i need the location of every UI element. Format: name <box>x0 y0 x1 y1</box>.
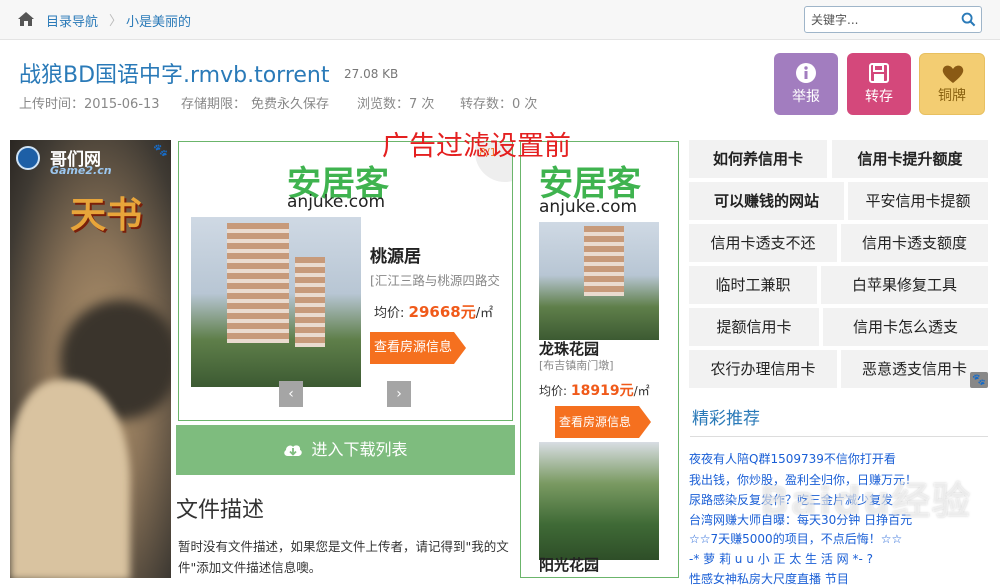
keyword-link[interactable]: 临时工兼职 <box>689 266 817 304</box>
keyword-link[interactable]: 农行办理信用卡 <box>689 350 837 388</box>
recommend-link[interactable]: ☆☆7天赚5000的项目，不点后悔！☆☆ <box>689 530 989 547</box>
breadcrumb-separator: 〉 <box>109 14 123 29</box>
annotation-text: 广告过滤设置前 <box>382 131 571 162</box>
property-name[interactable]: 桃源居 <box>370 242 421 267</box>
file-description-text: 暂时没有文件描述，如果您是文件上传者，请记得到"我的文件"添加文件描述信息噢。 <box>178 539 509 575</box>
keyword-link[interactable]: 如何养信用卡 <box>689 140 827 178</box>
property-name[interactable]: 阳光花园 <box>539 554 599 575</box>
divider <box>690 436 988 437</box>
property-address: [布吉镇南门墩] <box>539 359 614 372</box>
file-size: 27.08 KB <box>344 67 399 81</box>
property-photo[interactable] <box>539 442 659 560</box>
heart-icon <box>942 65 964 83</box>
carousel-prev-button[interactable]: ‹ <box>279 381 303 407</box>
game-site-logo <box>16 146 40 170</box>
file-description-heading: 文件描述 <box>176 498 265 523</box>
download-list-label: 进入下载列表 <box>311 440 408 459</box>
price-value: 18919元 <box>570 383 634 399</box>
bronze-medal-button[interactable]: 铜牌 <box>919 53 985 115</box>
storage-period-label: 存储期限： <box>181 97 247 112</box>
anjuke-url: anjuke.com <box>287 192 386 212</box>
view-count: 浏览数：7 次 <box>357 97 435 112</box>
game-site-domain: Game2.cn <box>50 164 112 177</box>
price-value: 29668元 <box>408 303 476 321</box>
keyword-link[interactable]: 信用卡透支不还 <box>689 224 837 262</box>
home-icon[interactable] <box>17 11 35 27</box>
floppy-disk-icon <box>869 63 889 83</box>
paw-icon: 🐾 <box>970 372 988 388</box>
price-unit: /㎡ <box>633 384 650 398</box>
recommend-heading: 精彩推荐 <box>692 409 760 429</box>
info-icon <box>796 63 816 83</box>
property-name[interactable]: 龙珠花园 <box>539 338 599 359</box>
keyword-link[interactable]: 信用卡透支额度 <box>841 224 988 262</box>
view-listing-button[interactable]: 查看房源信息 <box>555 406 651 438</box>
cloud-download-icon <box>284 445 303 456</box>
carousel-next-button[interactable]: › <box>387 381 411 407</box>
medal-label: 铜牌 <box>938 88 966 104</box>
anjuke-url: anjuke.com <box>539 197 638 217</box>
property-photo[interactable] <box>539 222 659 340</box>
search-input[interactable] <box>811 11 956 29</box>
keyword-link[interactable]: 恶意透支信用卡 <box>841 350 988 388</box>
keyword-link[interactable]: 信用卡怎么透支 <box>823 308 988 346</box>
breadcrumb-current-link[interactable]: 小是美丽的 <box>126 11 191 30</box>
recommend-link[interactable]: 性感女神私房大尺度直播 节目 <box>689 570 989 587</box>
price-unit: /㎡ <box>475 306 494 321</box>
breadcrumb-home-link[interactable]: 目录导航 <box>46 11 98 30</box>
keyword-link[interactable]: 可以赚钱的网站 <box>689 182 844 220</box>
real-estate-ad-carousel[interactable]: 8/1 安居客 anjuke.com 桃源居 [汇江三路与桃源四路交 均价: 2… <box>178 141 513 421</box>
keyword-link[interactable]: 白苹果修复工具 <box>821 266 988 304</box>
recommend-link[interactable]: 夜夜有人陪Q群1509739不信你打开看 <box>689 450 989 467</box>
keyword-link[interactable]: 信用卡提升额度 <box>832 140 988 178</box>
report-button[interactable]: 举报 <box>774 53 838 115</box>
download-list-button[interactable]: 进入下载列表 <box>176 425 515 475</box>
keyword-link[interactable]: 平安信用卡提额 <box>848 182 988 220</box>
paw-icon: 🐾 <box>153 143 168 157</box>
view-listing-button[interactable]: 查看房源信息 <box>370 332 466 364</box>
report-label: 举报 <box>792 89 820 105</box>
keyword-link[interactable]: 提额信用卡 <box>689 308 819 346</box>
left-game-ad[interactable]: 哥们网 Game2.cn 🐾 天书 <box>10 140 171 578</box>
real-estate-ad-side[interactable]: 安居客 anjuke.com 龙珠花园 [布吉镇南门墩] 均价: 18919元/… <box>520 141 679 578</box>
save-count: 转存数：0 次 <box>460 97 538 112</box>
game-title: 天书 <box>70 194 143 236</box>
search-box <box>804 6 982 33</box>
watermark: Baidu经验 <box>760 479 972 523</box>
property-address: [汇江三路与桃源四路交 <box>370 273 500 288</box>
file-title: 战狼BD国语中字.rmvb.torrent <box>19 63 330 88</box>
upload-time: 上传时间：2015-06-13 <box>19 97 160 112</box>
storage-period-value: 免费永久保存 <box>251 97 330 112</box>
price-label: 均价: <box>539 384 568 398</box>
save-to-drive-button[interactable]: 转存 <box>847 53 911 115</box>
recommend-link[interactable]: -* 萝 莉 u u 小 正 太 生 活 网 *- ? <box>689 550 989 567</box>
save-label: 转存 <box>865 89 893 105</box>
property-photo[interactable] <box>191 217 361 387</box>
top-bar: 目录导航 〉 小是美丽的 <box>0 0 1000 40</box>
price-label: 均价: <box>374 306 405 321</box>
search-icon[interactable] <box>961 12 976 27</box>
